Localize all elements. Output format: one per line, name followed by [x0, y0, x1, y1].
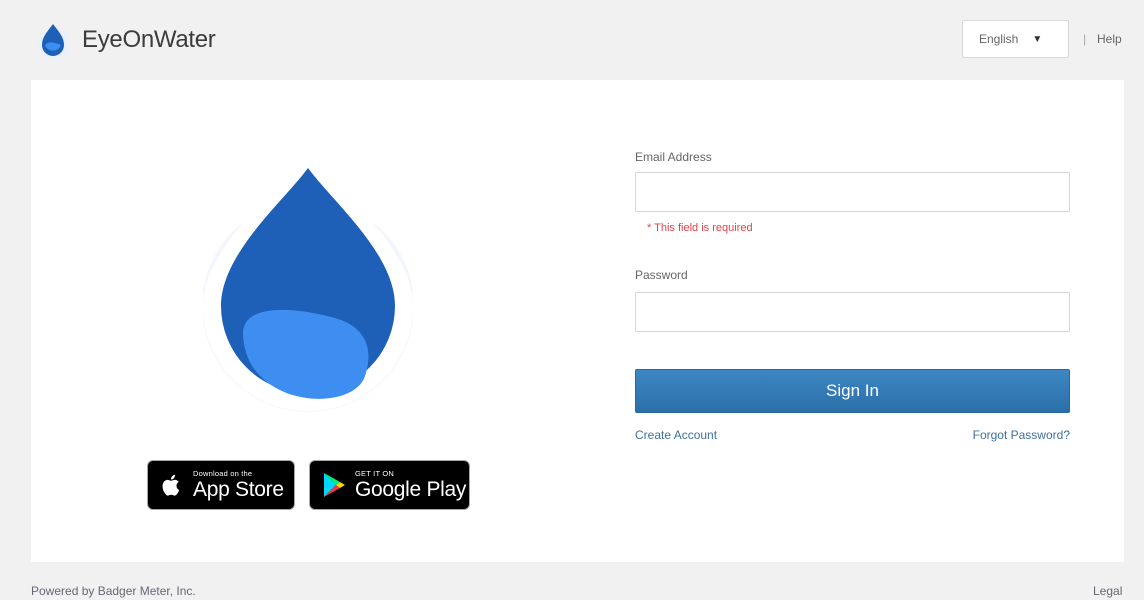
- language-selected: English: [979, 32, 1019, 46]
- caret-down-icon: ▼: [1032, 33, 1043, 45]
- brand-name: EyeOnWater: [82, 26, 216, 53]
- help-link[interactable]: Help: [1097, 32, 1122, 46]
- brand-logo[interactable]: EyeOnWater: [36, 20, 216, 60]
- app-store-text: Download on the App Store: [193, 470, 284, 501]
- app-store-big-text: App Store: [193, 478, 284, 502]
- google-play-big-text: Google Play: [355, 478, 467, 502]
- email-field[interactable]: [635, 172, 1070, 212]
- create-account-link[interactable]: Create Account: [635, 428, 717, 442]
- app-store-small-text: Download on the: [193, 468, 253, 478]
- legal-link[interactable]: Legal: [1093, 584, 1122, 598]
- water-drop-icon: [203, 152, 413, 412]
- sign-in-button[interactable]: Sign In: [635, 369, 1070, 413]
- email-label: Email Address: [635, 150, 712, 164]
- password-label: Password: [635, 268, 688, 282]
- apple-icon: [162, 474, 180, 496]
- powered-by-text: Powered by Badger Meter, Inc.: [31, 584, 196, 598]
- header-separator: |: [1083, 32, 1087, 46]
- water-drop-icon: [37, 24, 69, 59]
- google-play-small-text: GET IT ON: [355, 468, 395, 478]
- google-play-icon: [324, 473, 345, 497]
- login-card: Download on the App Store GET IT ON Goog…: [31, 80, 1124, 562]
- app-store-badge[interactable]: Download on the App Store: [147, 460, 295, 510]
- google-play-badge[interactable]: GET IT ON Google Play: [309, 460, 470, 510]
- language-select[interactable]: English ▼: [962, 20, 1069, 58]
- password-field[interactable]: [635, 292, 1070, 332]
- email-error-message: * This field is required: [647, 222, 753, 234]
- forgot-password-link[interactable]: Forgot Password?: [973, 428, 1070, 442]
- google-play-text: GET IT ON Google Play: [355, 470, 466, 501]
- header: EyeOnWater English ▼ | Help: [0, 0, 1144, 80]
